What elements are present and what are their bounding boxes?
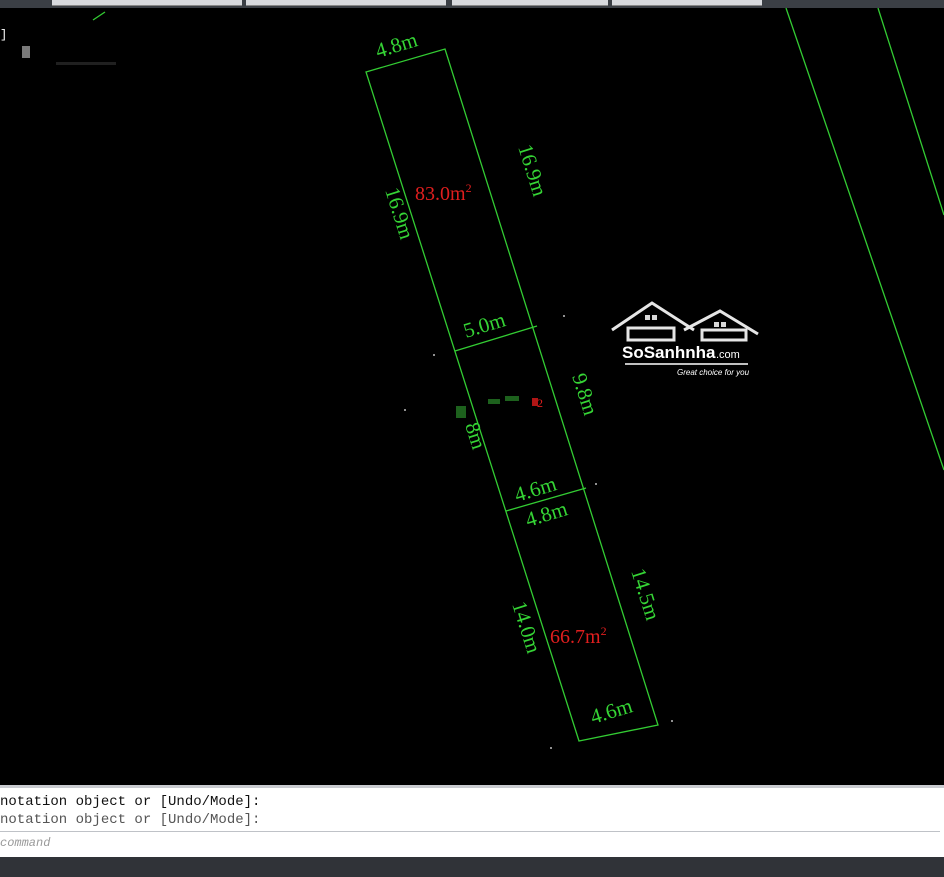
watermark-brand: SoSanhnha	[622, 343, 716, 362]
command-window: notation object or [Undo/Mode]: notation…	[0, 785, 944, 860]
file-tab[interactable]	[612, 0, 762, 6]
boundary-stub	[92, 11, 106, 21]
drawing-svg: SoSanhnha .com Great choice for you 4.8m…	[22, 7, 944, 749]
dim-top-width[interactable]: 4.8m	[372, 27, 420, 62]
command-input-placeholder: command	[0, 836, 51, 850]
dim-left-middle[interactable]: 8m	[460, 419, 491, 452]
command-history-line: notation object or [Undo/Mode]:	[0, 794, 261, 810]
command-input[interactable]: command	[0, 831, 940, 857]
boundary-line-far-right[interactable]	[877, 7, 944, 216]
watermark-tagline: Great choice for you	[677, 368, 750, 377]
dim-left-lower[interactable]: 14.0m	[507, 598, 546, 656]
dim-right-upper[interactable]: 16.9m	[513, 141, 552, 199]
command-history-line: notation object or [Undo/Mode]:	[0, 812, 261, 828]
drawing-canvas[interactable]: SoSanhnha .com Great choice for you 4.8m…	[0, 7, 944, 785]
boundary-line-right[interactable]	[785, 7, 944, 471]
area-lower[interactable]: 66.7m2	[550, 624, 607, 648]
house-icon	[611, 301, 759, 342]
dim-bottom-width[interactable]: 4.6m	[587, 693, 635, 728]
area-upper[interactable]: 83.0m2	[415, 181, 472, 205]
viewport-label[interactable]: ]	[0, 28, 7, 42]
file-tab[interactable]	[452, 0, 608, 6]
watermark-logo: SoSanhnha .com Great choice for you	[611, 301, 759, 377]
area-marker	[532, 398, 538, 406]
dim-left-upper[interactable]: 16.9m	[380, 184, 419, 242]
dim-right-middle[interactable]: 9.8m	[567, 370, 603, 418]
dim-right-lower[interactable]: 14.5m	[626, 565, 665, 623]
parcel-outline[interactable]	[365, 48, 659, 742]
file-tab[interactable]	[52, 0, 242, 6]
dimension-labels: 4.8m 16.9m 16.9m 5.0m 9.8m 8m 4.6m 4.8m …	[372, 27, 665, 728]
faded-label	[456, 396, 519, 418]
watermark-domain: .com	[716, 349, 740, 361]
ribbon-tab-bar	[0, 0, 944, 8]
file-tab[interactable]	[246, 0, 446, 6]
area-labels: 83.0m2 2 66.7m2	[415, 181, 607, 648]
status-bar	[0, 857, 944, 877]
